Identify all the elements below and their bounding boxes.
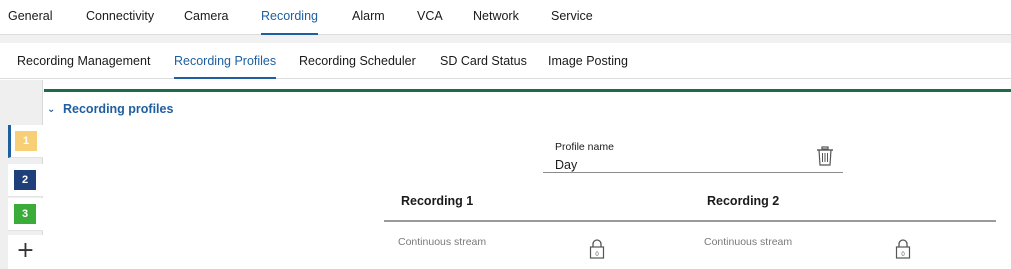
tab-service[interactable]: Service <box>551 0 593 35</box>
lock-icon[interactable]: 0 <box>895 239 911 259</box>
trash-icon[interactable] <box>816 146 834 166</box>
tab-camera[interactable]: Camera <box>184 0 228 35</box>
recording-2-header: Recording 2 <box>707 194 780 208</box>
tab-sd-card-status[interactable]: SD Card Status <box>440 43 527 79</box>
recording-1-stream-label: Continuous stream <box>398 236 487 248</box>
recording-2-stream-label: Continuous stream <box>704 236 793 248</box>
profile-slot-3[interactable]: 3 <box>8 198 43 231</box>
tab-image-posting[interactable]: Image Posting <box>548 43 628 79</box>
profile-rail: 1 2 3 + <box>0 80 43 269</box>
tab-vca[interactable]: VCA <box>417 0 443 35</box>
profile-name-label: Profile name <box>555 141 614 153</box>
chevron-down-icon: ⌄ <box>47 104 56 115</box>
profile-number-3: 3 <box>14 204 36 224</box>
tab-recording-scheduler[interactable]: Recording Scheduler <box>299 43 416 79</box>
profile-slot-2[interactable]: 2 <box>8 164 43 197</box>
tab-recording[interactable]: Recording <box>261 0 318 35</box>
main-content: ⌄ Recording profiles Profile name Day Rec… <box>44 80 1011 269</box>
sub-nav: Recording Management Recording Profiles … <box>0 43 1011 79</box>
nav-separator <box>0 35 1011 43</box>
tab-alarm[interactable]: Alarm <box>352 0 385 35</box>
section-header-recording-profiles[interactable]: ⌄ Recording profiles <box>47 102 173 118</box>
tab-network[interactable]: Network <box>473 0 519 35</box>
profile-number-1: 1 <box>15 131 37 151</box>
section-title: Recording profiles <box>63 102 174 116</box>
recordings-divider <box>384 220 996 222</box>
profile-slot-1[interactable]: 1 <box>8 125 43 158</box>
tab-connectivity[interactable]: Connectivity <box>86 0 154 35</box>
plus-icon: + <box>16 238 35 263</box>
tab-general[interactable]: General <box>8 0 52 35</box>
profile-name-field[interactable]: Profile name Day <box>543 137 843 173</box>
lock-icon[interactable]: 0 <box>589 239 605 259</box>
recording-1-header: Recording 1 <box>401 194 474 208</box>
profile-name-value[interactable]: Day <box>555 158 577 172</box>
tab-recording-profiles[interactable]: Recording Profiles <box>174 43 277 79</box>
add-profile-button[interactable]: + <box>8 235 43 269</box>
tab-recording-management[interactable]: Recording Management <box>17 43 150 79</box>
main-nav: General Connectivity Camera Recording Al… <box>0 0 1011 35</box>
profile-number-2: 2 <box>14 170 36 190</box>
section-accent-bar <box>44 89 1011 92</box>
